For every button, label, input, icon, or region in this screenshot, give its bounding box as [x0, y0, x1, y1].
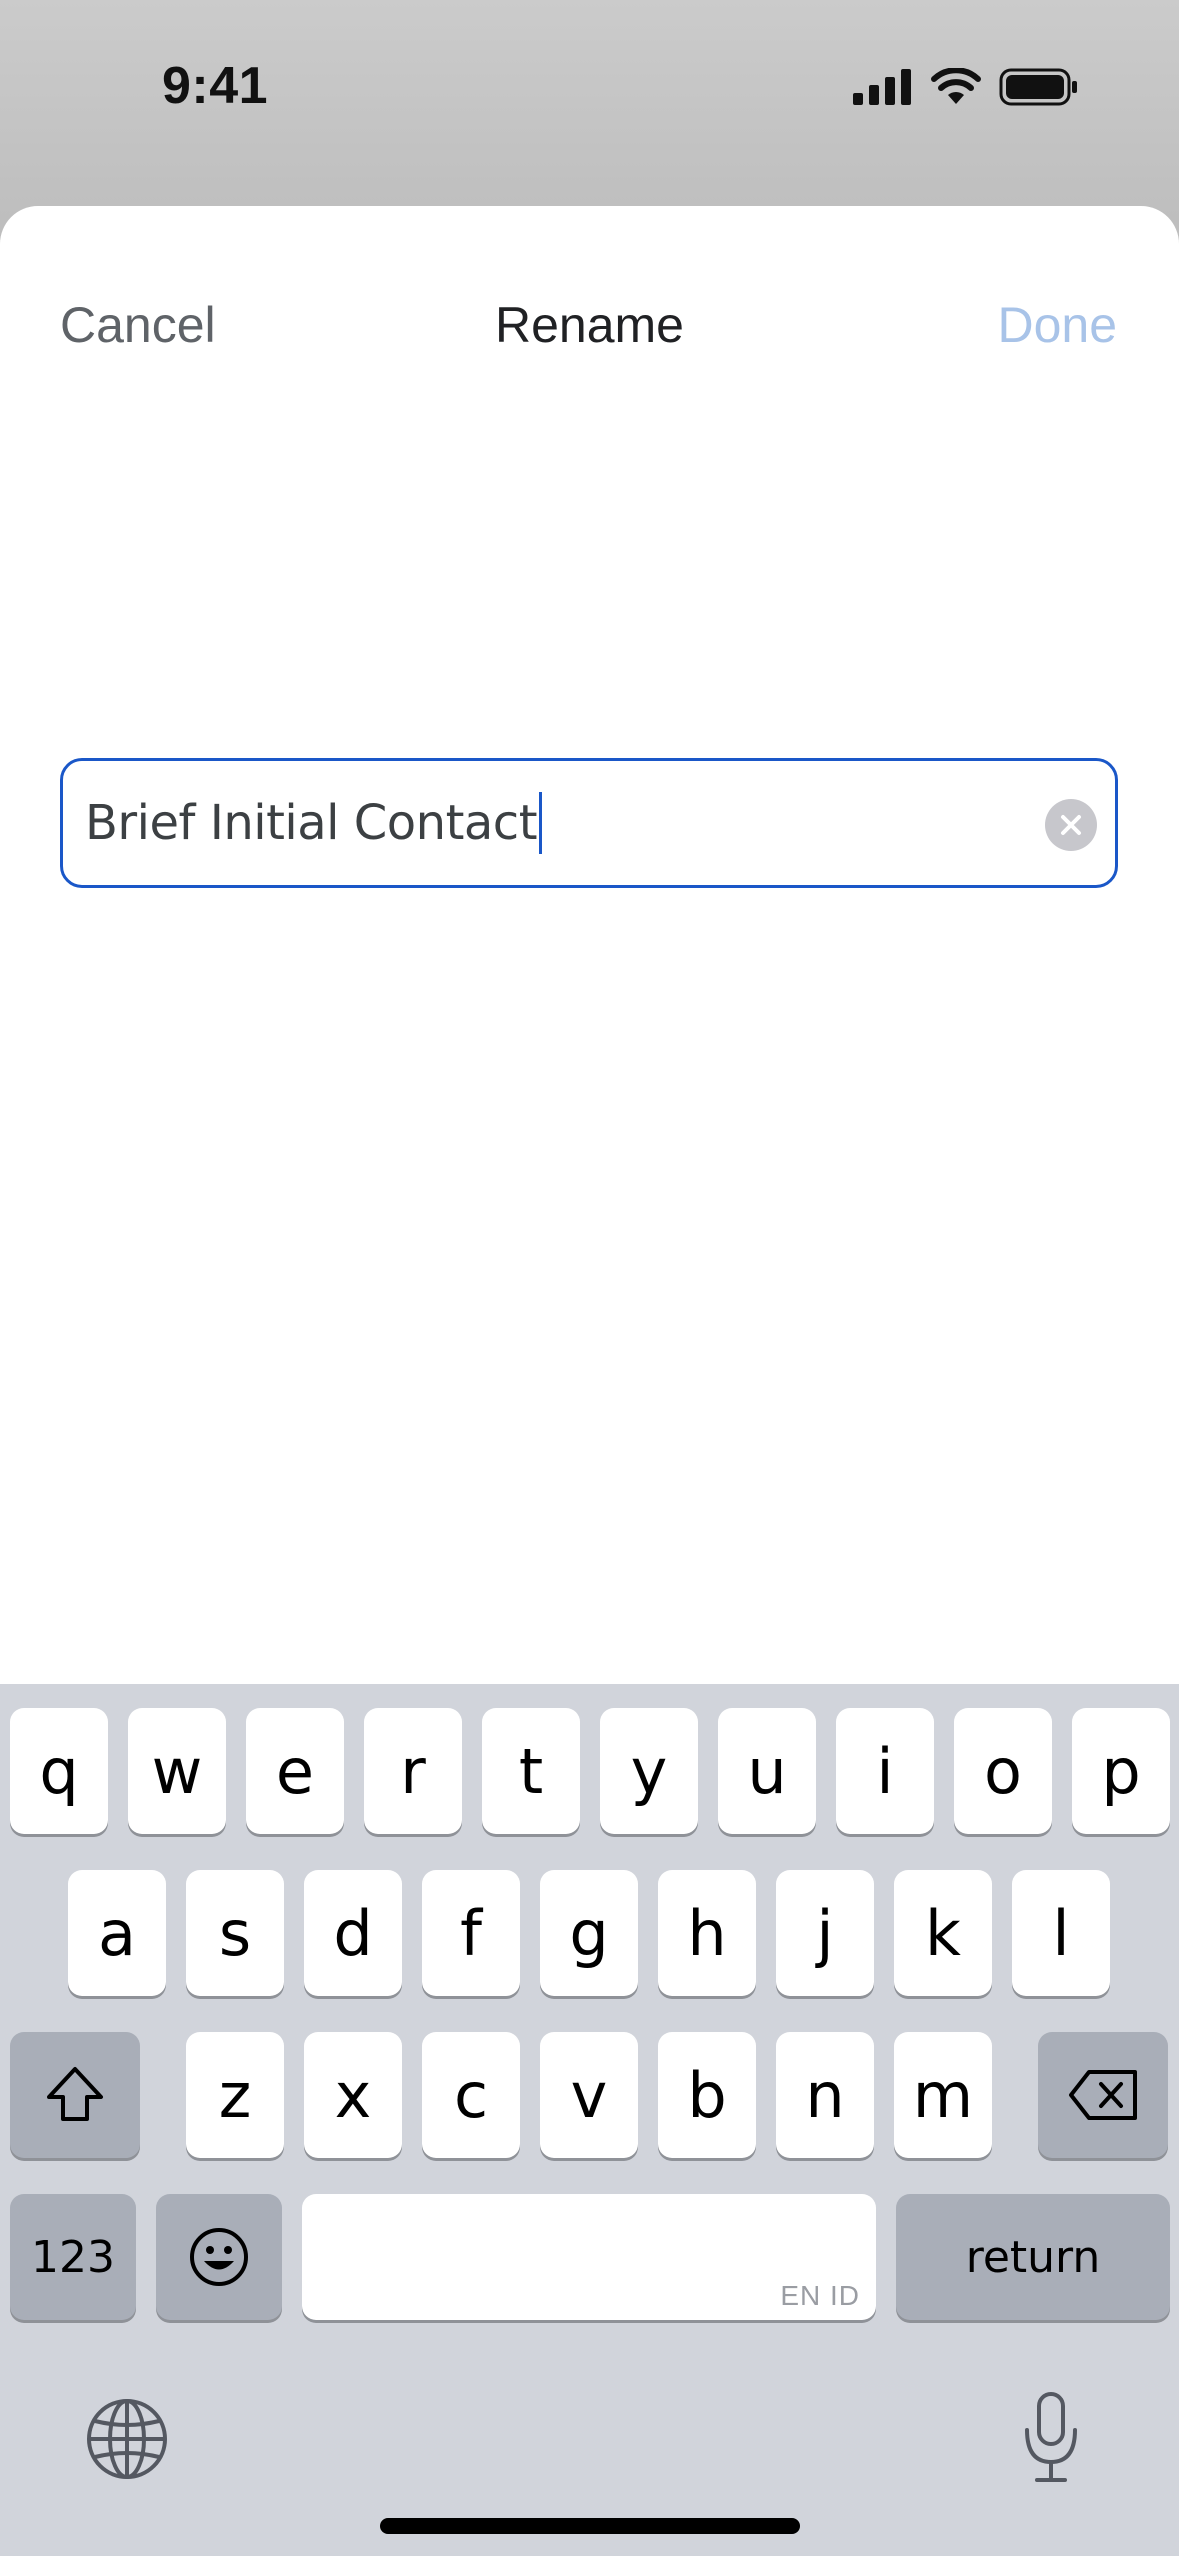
key-x[interactable]: x: [304, 2032, 402, 2158]
text-caret: [539, 792, 543, 854]
key-z[interactable]: z: [186, 2032, 284, 2158]
numbers-key[interactable]: 123: [10, 2194, 136, 2320]
key-p[interactable]: p: [1072, 1708, 1170, 1834]
keyboard: q w e r t y u i o p a s d f g h j k l z …: [0, 1684, 1179, 2556]
key-h[interactable]: h: [658, 1870, 756, 1996]
key-g[interactable]: g: [540, 1870, 638, 1996]
space-key[interactable]: EN ID: [302, 2194, 876, 2320]
key-o[interactable]: o: [954, 1708, 1052, 1834]
globe-icon[interactable]: [82, 2394, 172, 2484]
name-input[interactable]: Brief Initial Contact: [60, 758, 1118, 888]
battery-icon: [999, 68, 1077, 106]
home-indicator: [380, 2518, 800, 2534]
done-button[interactable]: Done: [997, 296, 1117, 354]
cancel-button[interactable]: Cancel: [60, 296, 216, 354]
key-s[interactable]: s: [186, 1870, 284, 1996]
key-a[interactable]: a: [68, 1870, 166, 1996]
key-i[interactable]: i: [836, 1708, 934, 1834]
key-k[interactable]: k: [894, 1870, 992, 1996]
rename-sheet: Cancel Rename Done Brief Initial Contact: [0, 206, 1179, 1686]
key-b[interactable]: b: [658, 2032, 756, 2158]
key-w[interactable]: w: [128, 1708, 226, 1834]
key-y[interactable]: y: [600, 1708, 698, 1834]
wifi-icon: [931, 68, 981, 104]
key-d[interactable]: d: [304, 1870, 402, 1996]
microphone-icon[interactable]: [1006, 2388, 1096, 2488]
key-n[interactable]: n: [776, 2032, 874, 2158]
shift-icon: [47, 2067, 103, 2121]
key-m[interactable]: m: [894, 2032, 992, 2158]
backspace-icon: [1069, 2070, 1137, 2120]
key-l[interactable]: l: [1012, 1870, 1110, 1996]
clear-x-icon[interactable]: [1045, 799, 1097, 851]
status-time: 9:41: [162, 57, 269, 115]
key-r[interactable]: r: [364, 1708, 462, 1834]
emoji-key[interactable]: [156, 2194, 282, 2320]
key-q[interactable]: q: [10, 1708, 108, 1834]
key-e[interactable]: e: [246, 1708, 344, 1834]
key-f[interactable]: f: [422, 1870, 520, 1996]
shift-key[interactable]: [10, 2032, 140, 2158]
status-bar: 9:41: [0, 0, 1179, 240]
key-u[interactable]: u: [718, 1708, 816, 1834]
key-c[interactable]: c: [422, 2032, 520, 2158]
name-input-value: Brief Initial Contact: [85, 795, 538, 851]
emoji-icon: [190, 2228, 248, 2286]
status-icons: [853, 62, 1079, 112]
key-v[interactable]: v: [540, 2032, 638, 2158]
key-t[interactable]: t: [482, 1708, 580, 1834]
space-language-hint: EN ID: [780, 2280, 860, 2311]
backspace-key[interactable]: [1038, 2032, 1168, 2158]
key-j[interactable]: j: [776, 1870, 874, 1996]
return-key[interactable]: return: [896, 2194, 1170, 2320]
cellular-signal-icon: [853, 69, 911, 105]
